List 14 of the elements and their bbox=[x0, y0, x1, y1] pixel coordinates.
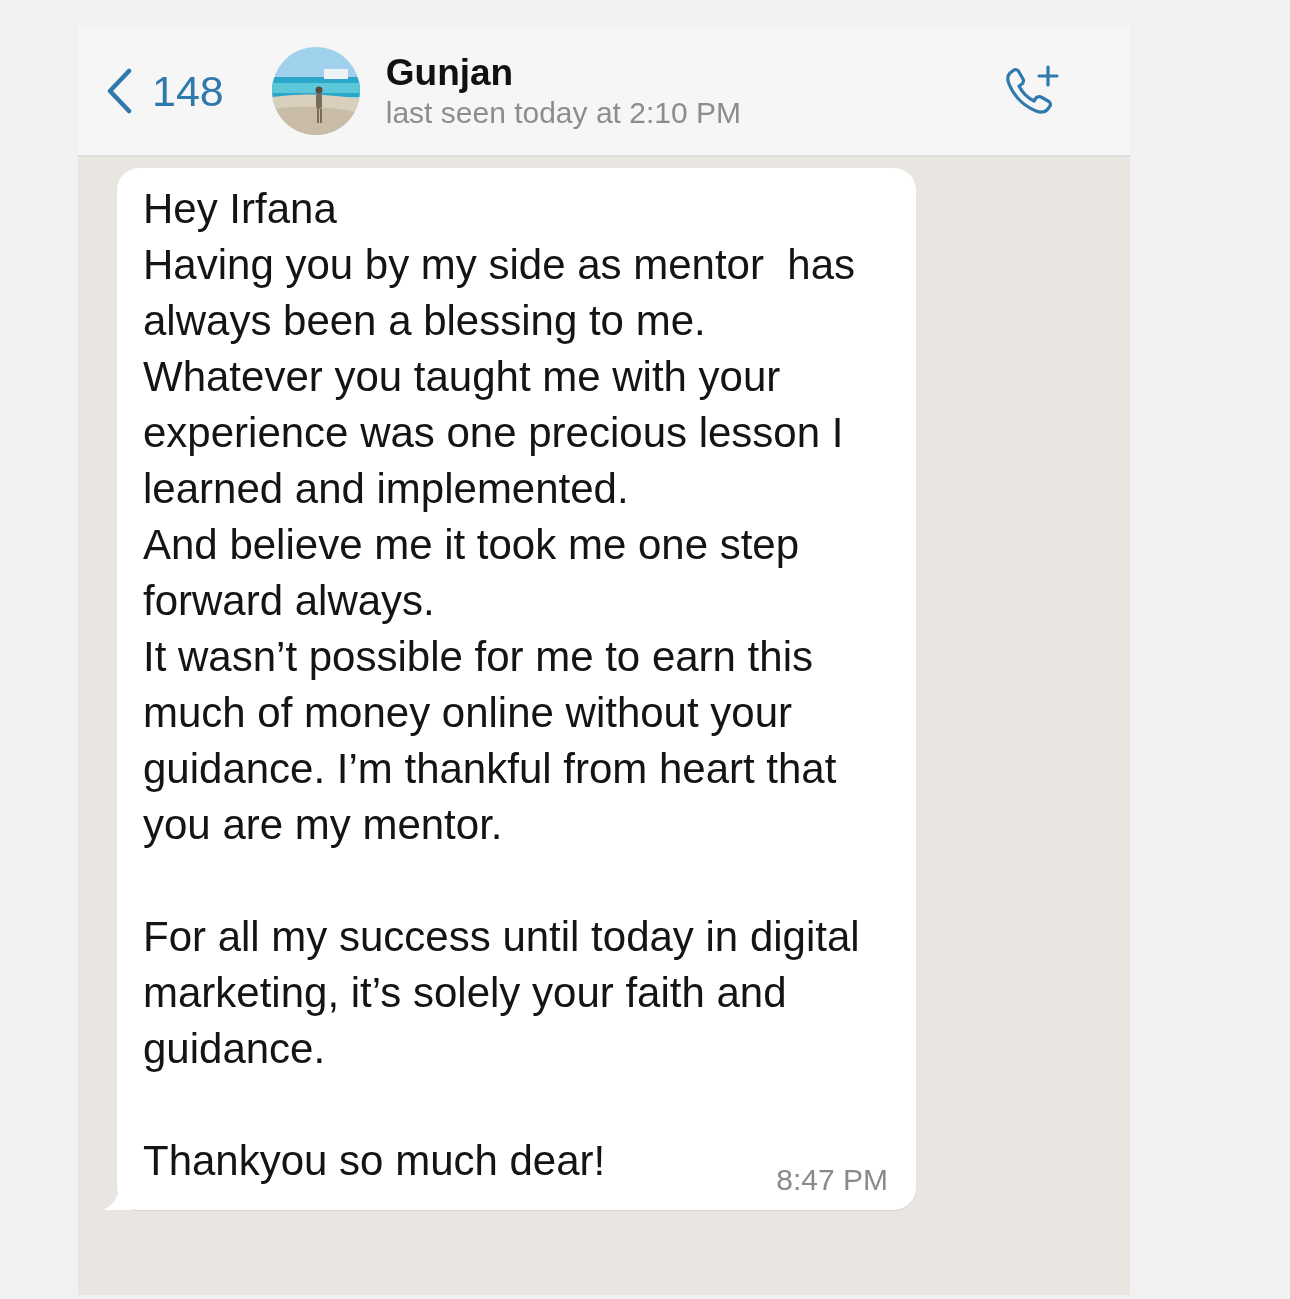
message-time: 8:47 PM bbox=[776, 1163, 888, 1197]
message-text: For all my success until today in digital marketing, it’s solely your faith and guidance. bbox=[143, 912, 861, 1074]
phone-plus-icon bbox=[1004, 65, 1060, 117]
message-text: And believe me it took me one step forward always. bbox=[143, 520, 801, 626]
message-text: Having you by my side as mentor has always been a blessing to me. bbox=[143, 240, 856, 346]
message-text: It wasn’t possible for me to earn this much of money online without your guidance. I’m thankful from heart that you are my mentor. bbox=[143, 632, 838, 850]
last-seen-status: last seen today at 2:10 PM bbox=[385, 96, 742, 130]
message-text: Thankyou so much dear! bbox=[143, 1136, 606, 1186]
contact-name: Gunjan bbox=[385, 52, 515, 94]
message-text: Whatever you taught me with your experience was one precious lesson I learned and implemented. bbox=[143, 352, 845, 514]
message-text: Hey Irfana bbox=[143, 184, 338, 234]
back-link[interactable]: 148 bbox=[106, 66, 224, 116]
add-call-button[interactable] bbox=[1004, 65, 1060, 117]
chevron-left-icon bbox=[106, 68, 132, 114]
